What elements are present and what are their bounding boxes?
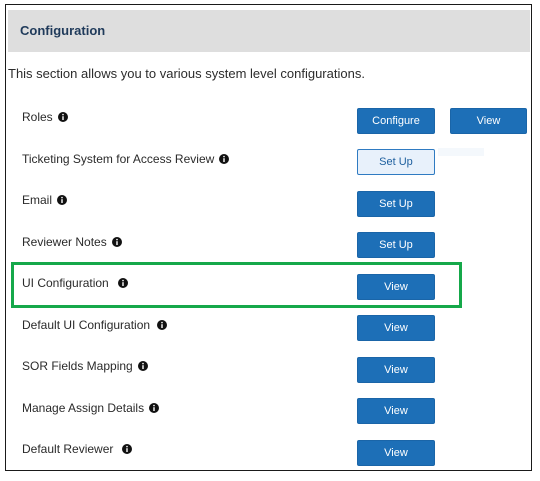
info-icon[interactable] bbox=[219, 154, 230, 164]
info-icon[interactable] bbox=[111, 237, 122, 247]
row-label-sor-fields-mapping: SOR Fields Mapping bbox=[22, 359, 148, 373]
row-label-text: Reviewer Notes bbox=[22, 235, 107, 249]
reviewer-notes-setup-button[interactable]: Set Up bbox=[357, 232, 435, 258]
ui-configuration-view-button[interactable]: View bbox=[357, 274, 435, 300]
sor-fields-mapping-view-button[interactable]: View bbox=[357, 357, 435, 383]
default-ui-configuration-view-button[interactable]: View bbox=[357, 315, 435, 341]
row-label-manage-assign-details: Manage Assign Details bbox=[22, 401, 160, 415]
row-label-text: SOR Fields Mapping bbox=[22, 359, 133, 373]
info-icon[interactable] bbox=[137, 361, 148, 371]
faint-divider bbox=[438, 148, 484, 156]
row-label-roles: Roles bbox=[22, 110, 68, 124]
row-label-text: Ticketing System for Access Review bbox=[22, 152, 215, 166]
row-label-text: UI Configuration bbox=[22, 276, 109, 290]
ticketing-setup-button[interactable]: Set Up bbox=[357, 149, 435, 175]
default-reviewer-view-button[interactable]: View bbox=[357, 440, 435, 466]
row-label-email: Email bbox=[22, 193, 68, 207]
info-icon[interactable] bbox=[57, 112, 68, 122]
section-description: This section allows you to various syste… bbox=[8, 66, 365, 81]
info-icon[interactable] bbox=[122, 444, 133, 454]
row-label-text: Default Reviewer bbox=[22, 442, 114, 456]
roles-view-button[interactable]: View bbox=[450, 108, 527, 134]
row-label-text: Manage Assign Details bbox=[22, 401, 145, 415]
row-label-default-ui-configuration: Default UI Configuration bbox=[22, 318, 168, 332]
section-header: Configuration bbox=[8, 10, 530, 52]
row-label-ui-configuration: UI Configuration bbox=[22, 276, 128, 290]
row-label-reviewer-notes: Reviewer Notes bbox=[22, 235, 122, 249]
info-icon[interactable] bbox=[157, 320, 168, 330]
info-icon[interactable] bbox=[57, 195, 68, 205]
row-label-ticketing: Ticketing System for Access Review bbox=[22, 152, 230, 166]
row-label-text: Roles bbox=[22, 110, 53, 124]
row-label-text: Email bbox=[22, 193, 53, 207]
row-label-default-reviewer: Default Reviewer bbox=[22, 442, 133, 456]
roles-configure-button[interactable]: Configure bbox=[357, 108, 435, 134]
email-setup-button[interactable]: Set Up bbox=[357, 191, 435, 217]
manage-assign-details-view-button[interactable]: View bbox=[357, 398, 435, 424]
section-title: Configuration bbox=[20, 23, 106, 38]
info-icon[interactable] bbox=[117, 278, 128, 288]
info-icon[interactable] bbox=[149, 403, 160, 413]
row-label-text: Default UI Configuration bbox=[22, 318, 151, 332]
